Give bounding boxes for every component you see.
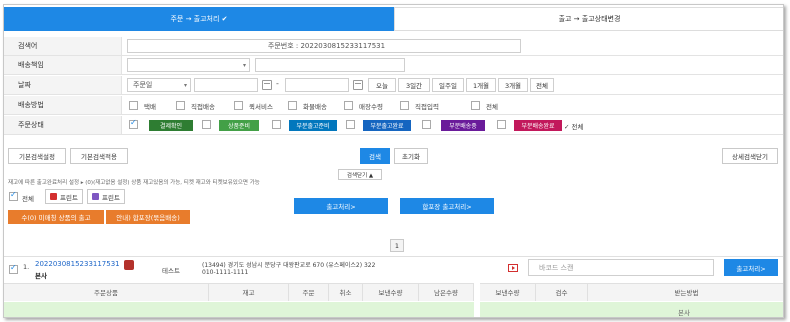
print-label-1: 프린트 <box>60 193 78 202</box>
status-checkbox-partial-ready[interactable] <box>272 120 281 129</box>
table-row <box>4 302 474 317</box>
status-badge-partial-delivered: 부분배송완료 <box>514 120 562 131</box>
shipper-label: 배송책임 <box>4 56 122 74</box>
shipping-checkbox-parcel[interactable] <box>129 101 138 110</box>
shipping-label-custom: 직접입력 <box>415 103 439 111</box>
header-right-sent-qty: 보낸수량 <box>480 283 536 301</box>
row-store: 본사 <box>678 309 690 317</box>
status-checkbox-preparing[interactable] <box>202 120 211 129</box>
tab-order-to-shipping[interactable]: 주문 → 출고처리 ✔ <box>4 7 394 31</box>
status-checkbox-partial-done[interactable] <box>346 120 355 129</box>
calendar-icon[interactable] <box>353 80 363 90</box>
alert-icon <box>124 260 134 270</box>
date-type-select[interactable]: 주문일 ▾ <box>127 78 191 92</box>
shipper-select[interactable]: ▾ <box>127 58 250 72</box>
date-end-input[interactable] <box>285 78 349 92</box>
status-all-label[interactable]: ✓ 전체 <box>564 121 583 131</box>
header-ordered-product: 주문상품 <box>4 283 209 301</box>
status-checkbox-partial-delivered[interactable] <box>497 120 506 129</box>
date-btn-all[interactable]: 전체 <box>530 78 554 92</box>
order-address: (13494) 경기도 성남시 분당구 대왕판교로 670 (유스페이스2) 3… <box>202 262 376 269</box>
status-badge-partial-ready: 부분출고준비 <box>289 120 337 131</box>
date-label: 날짜 <box>4 76 122 94</box>
shipping-label-freight: 화물배송 <box>303 103 327 111</box>
date-start-input[interactable] <box>194 78 258 92</box>
stock-notice: 재고에 따른 출고완료처리 설정 ▸ (0)(재고없음 설정) 상품 재고있음의… <box>8 180 260 186</box>
shipping-label-quick: 퀵서비스 <box>249 103 273 111</box>
print-label-2: 프린트 <box>102 193 120 202</box>
header-receive-method: 받는방법 <box>674 289 699 297</box>
shipping-checkbox-quick[interactable] <box>234 101 243 110</box>
barcode-scan-input[interactable]: 바코드 스캔 <box>528 259 714 276</box>
date-btn-3months[interactable]: 3개월 <box>498 78 528 92</box>
ship-process-button[interactable]: 출고처리> <box>294 198 388 214</box>
shipping-checkbox-pickup[interactable] <box>344 101 353 110</box>
order-checkbox[interactable] <box>9 263 18 274</box>
divider <box>4 256 783 257</box>
order-store: 본사 <box>35 272 47 280</box>
order-ship-process-button[interactable]: 출고처리> <box>724 259 778 276</box>
status-badge-partial-done: 부분출고완료 <box>363 120 411 131</box>
package-ship-process-button[interactable]: 합포장 출고처리> <box>400 198 494 214</box>
select-all-label: 전체 <box>22 195 34 203</box>
status-checkbox-partial-shipping[interactable] <box>422 120 431 129</box>
order-index: 1. <box>23 263 30 271</box>
select-all-checkbox[interactable] <box>9 190 18 201</box>
date-separator: - <box>276 79 279 88</box>
order-buyer: 테스트 <box>162 267 180 275</box>
shipping-checkbox-all[interactable] <box>471 101 480 110</box>
table-row <box>480 302 783 317</box>
video-icon[interactable] <box>508 264 518 272</box>
date-btn-today[interactable]: 오늘 <box>368 78 396 92</box>
header-sent-qty: 보낸수량 <box>363 283 419 301</box>
header-cancel: 취소 <box>329 283 363 301</box>
tab-shipping-status[interactable]: 출고 → 출고상태변경 <box>394 7 783 31</box>
print-button-1[interactable]: 프린트 <box>45 189 83 204</box>
search-close-button[interactable]: 검색닫기 ▲ <box>338 169 382 180</box>
chevron-down-icon: ▾ <box>183 82 187 89</box>
shipping-method-label: 배송방법 <box>4 96 122 114</box>
calendar-icon[interactable] <box>262 80 272 90</box>
reset-button[interactable]: 초기화 <box>394 148 428 164</box>
keyword-label: 검색어 <box>4 37 122 55</box>
basic-search-setting-button[interactable]: 기본검색설정 <box>8 148 66 164</box>
shipping-label-all: 전체 <box>486 103 498 111</box>
shipping-label-pickup: 매장수령 <box>359 103 383 111</box>
printer-icon <box>50 193 58 200</box>
page-button-1[interactable]: 1 <box>390 239 404 252</box>
package-info-button[interactable]: 안내) 합포장(묶음배송) <box>106 210 190 224</box>
date-type-value: 주문일 <box>133 81 153 89</box>
shipping-label-parcel: 택배 <box>144 103 156 111</box>
status-badge-paid: 결제확인 <box>149 120 193 131</box>
shipping-label-direct: 직접배송 <box>191 103 215 111</box>
order-number-link[interactable]: 2022030815233117531 <box>35 260 120 268</box>
unmatched-product-ship-button[interactable]: 수(0) 미매칭 상품의 출고 <box>8 210 104 224</box>
date-btn-week[interactable]: 일주일 <box>432 78 464 92</box>
shipping-checkbox-direct[interactable] <box>176 101 185 110</box>
tab-bar: 주문 → 출고처리 ✔ 출고 → 출고상태변경 <box>4 7 783 31</box>
order-status-label: 주문상태 <box>4 116 122 134</box>
header-inspection: 검수 <box>536 283 588 301</box>
chevron-down-icon: ▾ <box>242 62 246 69</box>
status-checkbox-paid[interactable] <box>129 118 138 129</box>
shipper-input[interactable] <box>255 58 405 72</box>
header-stock: 재고 <box>209 283 289 301</box>
header-order-qty: 주문 <box>289 283 329 301</box>
order-phone: 010-1111-1111 <box>202 269 249 276</box>
detail-search-close-button[interactable]: 상세검색닫기 <box>722 148 778 164</box>
shipping-method-row: 배송방법 <box>4 96 783 115</box>
header-remaining-qty: 남은수량 <box>419 283 474 301</box>
keyword-input[interactable]: 주문번호 : 2022030815233117531 <box>127 39 521 53</box>
printer-icon <box>92 193 100 200</box>
order-shipping-panel: 주문 → 출고처리 ✔ 출고 → 출고상태변경 검색어 주문번호 : 20220… <box>3 4 784 318</box>
date-btn-3days[interactable]: 3일간 <box>398 78 430 92</box>
date-btn-1month[interactable]: 1개월 <box>466 78 496 92</box>
print-button-2[interactable]: 프린트 <box>87 189 125 204</box>
search-button[interactable]: 검색 <box>360 148 390 164</box>
shipping-checkbox-custom[interactable] <box>400 101 409 110</box>
status-badge-partial-shipping: 부분배송중 <box>441 120 485 131</box>
shipping-checkbox-freight[interactable] <box>288 101 297 110</box>
status-badge-preparing: 상품준비 <box>219 120 259 131</box>
basic-search-apply-button[interactable]: 기본검색적용 <box>70 148 128 164</box>
